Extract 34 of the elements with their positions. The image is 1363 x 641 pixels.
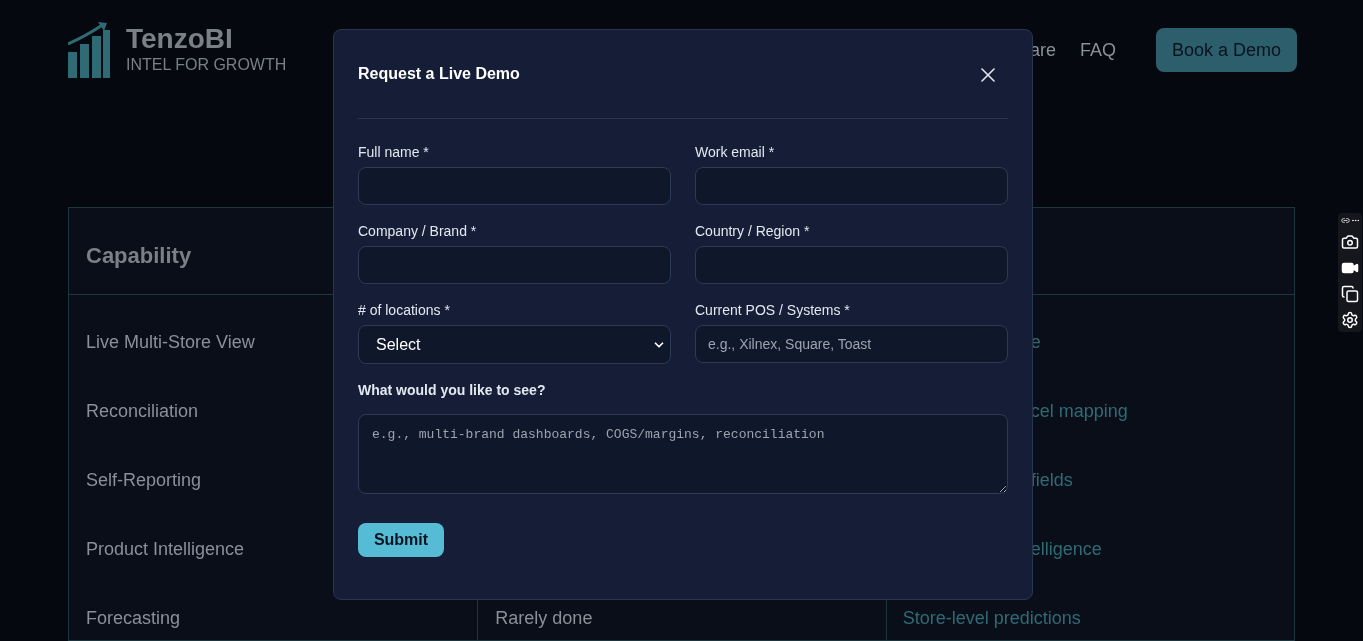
copy-icon[interactable] — [1341, 285, 1359, 303]
field-label: Full name * — [358, 144, 430, 161]
field-label: Work email * — [695, 144, 776, 161]
field-label: Current POS / Systems * — [695, 302, 851, 319]
table-cell: Store-level predictions — [902, 608, 1081, 628]
text-field[interactable] — [695, 167, 1008, 205]
table-cell: Forecasting — [86, 608, 181, 628]
text-field[interactable] — [695, 246, 1008, 284]
table-cell: elligence — [1030, 539, 1102, 559]
field-label: What would you like to see? — [358, 382, 547, 399]
message-field[interactable]: e.g., multi-brand dashboards, COGS/margins, reconciliation — [358, 414, 1008, 494]
link-icon[interactable] — [1340, 216, 1350, 225]
nav-link[interactable]: FAQ — [1080, 36, 1116, 64]
table-cell: Self-Reporting — [86, 470, 202, 490]
logo-icon — [68, 22, 110, 78]
camera-icon[interactable] — [1341, 233, 1359, 251]
select-dropdown[interactable]: Select — [358, 325, 671, 364]
field-label: # of locations * — [358, 302, 451, 319]
brand-tagline: INTEL FOR GROWTH — [126, 56, 287, 74]
column-heading: Capability — [86, 243, 192, 268]
more-icon[interactable] — [1350, 216, 1360, 225]
settings-icon[interactable] — [1341, 311, 1359, 329]
table-cell: Reconciliation — [86, 401, 199, 421]
text-field[interactable]: e.g., Xilnex, Square, Toast — [695, 325, 1008, 363]
text-field[interactable] — [358, 167, 671, 205]
table-cell: Live Multi-Store View — [86, 332, 255, 352]
brand-name: TenzoBI — [126, 22, 234, 56]
table-cell: Product Intelligence — [86, 539, 245, 559]
dialog-title: Request a Live Demo — [358, 64, 520, 84]
table-cell: Rarely done — [495, 608, 593, 628]
field-label: Company / Brand * — [358, 223, 478, 240]
field-label: Country / Region * — [695, 223, 811, 240]
text-field[interactable] — [358, 246, 671, 284]
submit-button[interactable]: Submit — [358, 523, 444, 557]
